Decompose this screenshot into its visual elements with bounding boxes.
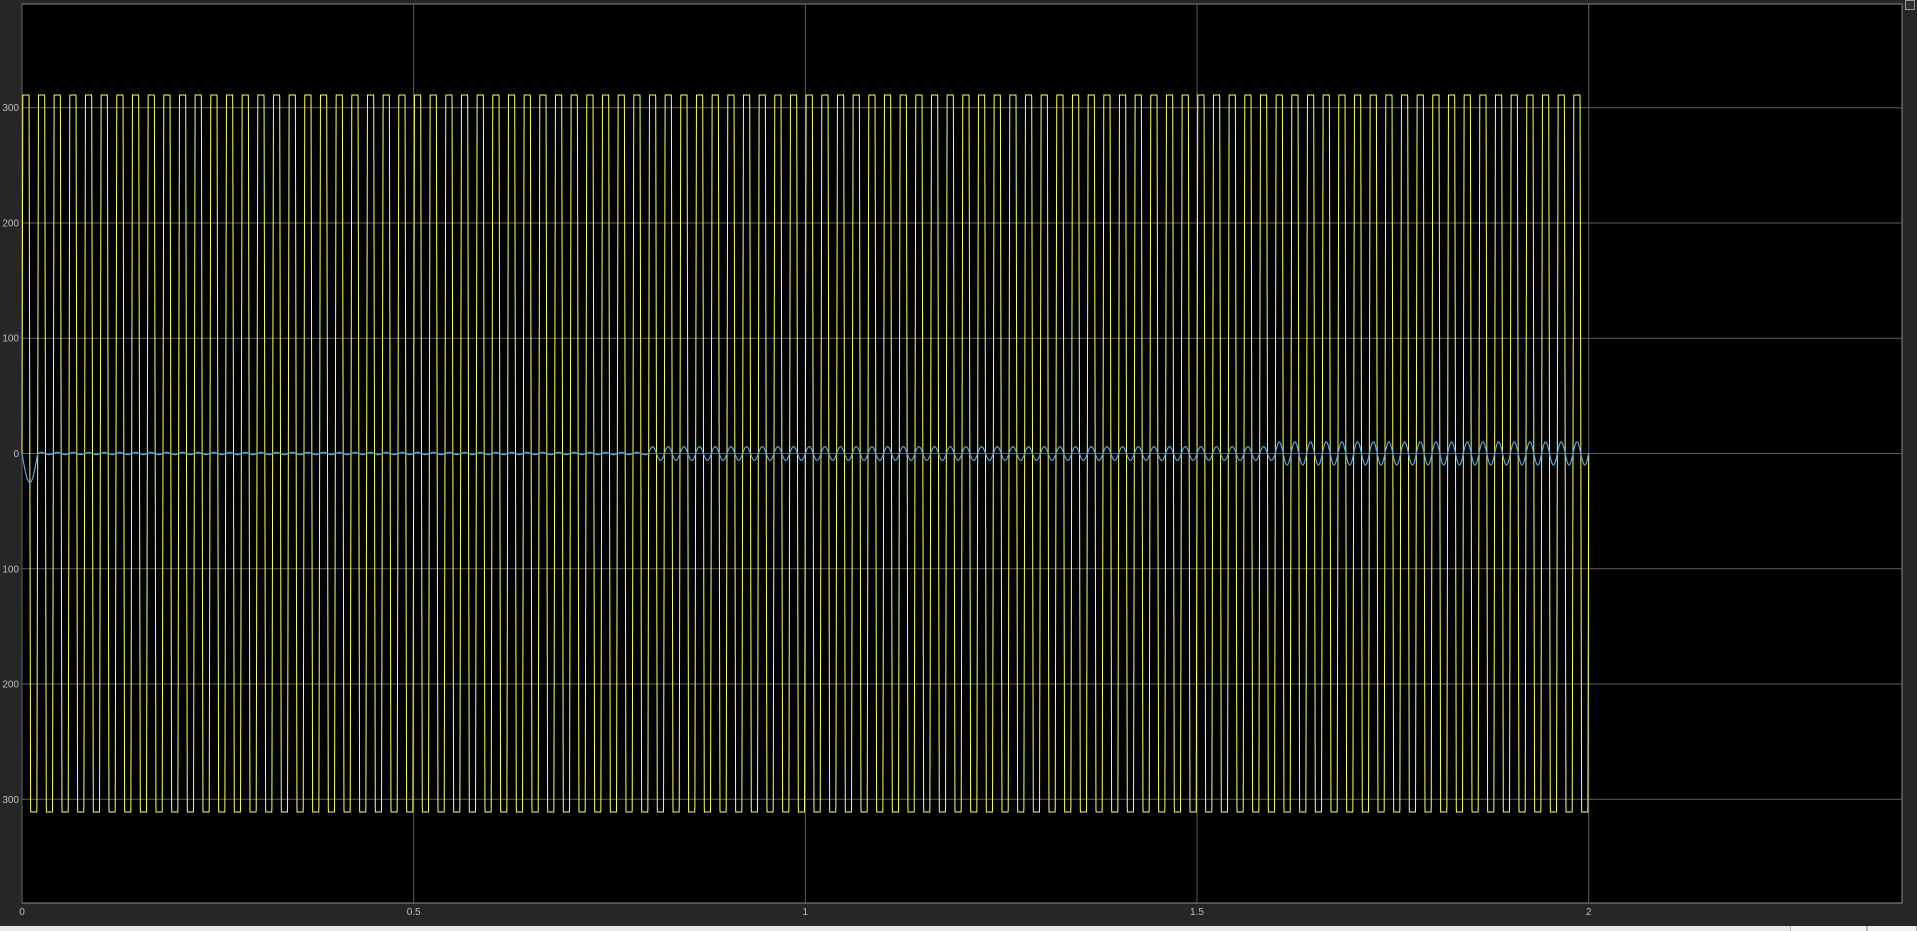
status-cell <box>1867 926 1917 931</box>
dock-corner-icon[interactable] <box>1905 0 1915 10</box>
y-tick-label: 300 <box>2 103 19 114</box>
x-tick-label: 2 <box>1586 907 1592 918</box>
x-tick-label: 0.5 <box>407 907 421 918</box>
y-tick-label: 300 <box>2 795 19 806</box>
x-tick-label: 1 <box>803 907 809 918</box>
scope-plot: 300 200 100 0 100 200 300 0 0.5 1 1.5 2 <box>2 3 1903 918</box>
x-axis-ticks: 0 0.5 1 1.5 2 <box>19 907 1592 918</box>
x-tick-label: 0 <box>19 907 25 918</box>
status-bar <box>0 926 1917 931</box>
y-tick-label: 0 <box>13 449 19 460</box>
y-tick-label: 200 <box>2 680 19 691</box>
status-cell <box>1790 926 1867 931</box>
y-tick-label: 200 <box>2 218 19 229</box>
x-tick-label: 1.5 <box>1190 907 1204 918</box>
y-axis-ticks: 300 200 100 0 100 200 300 <box>2 103 19 806</box>
y-tick-label: 100 <box>2 334 19 345</box>
y-tick-label: 100 <box>2 564 19 575</box>
